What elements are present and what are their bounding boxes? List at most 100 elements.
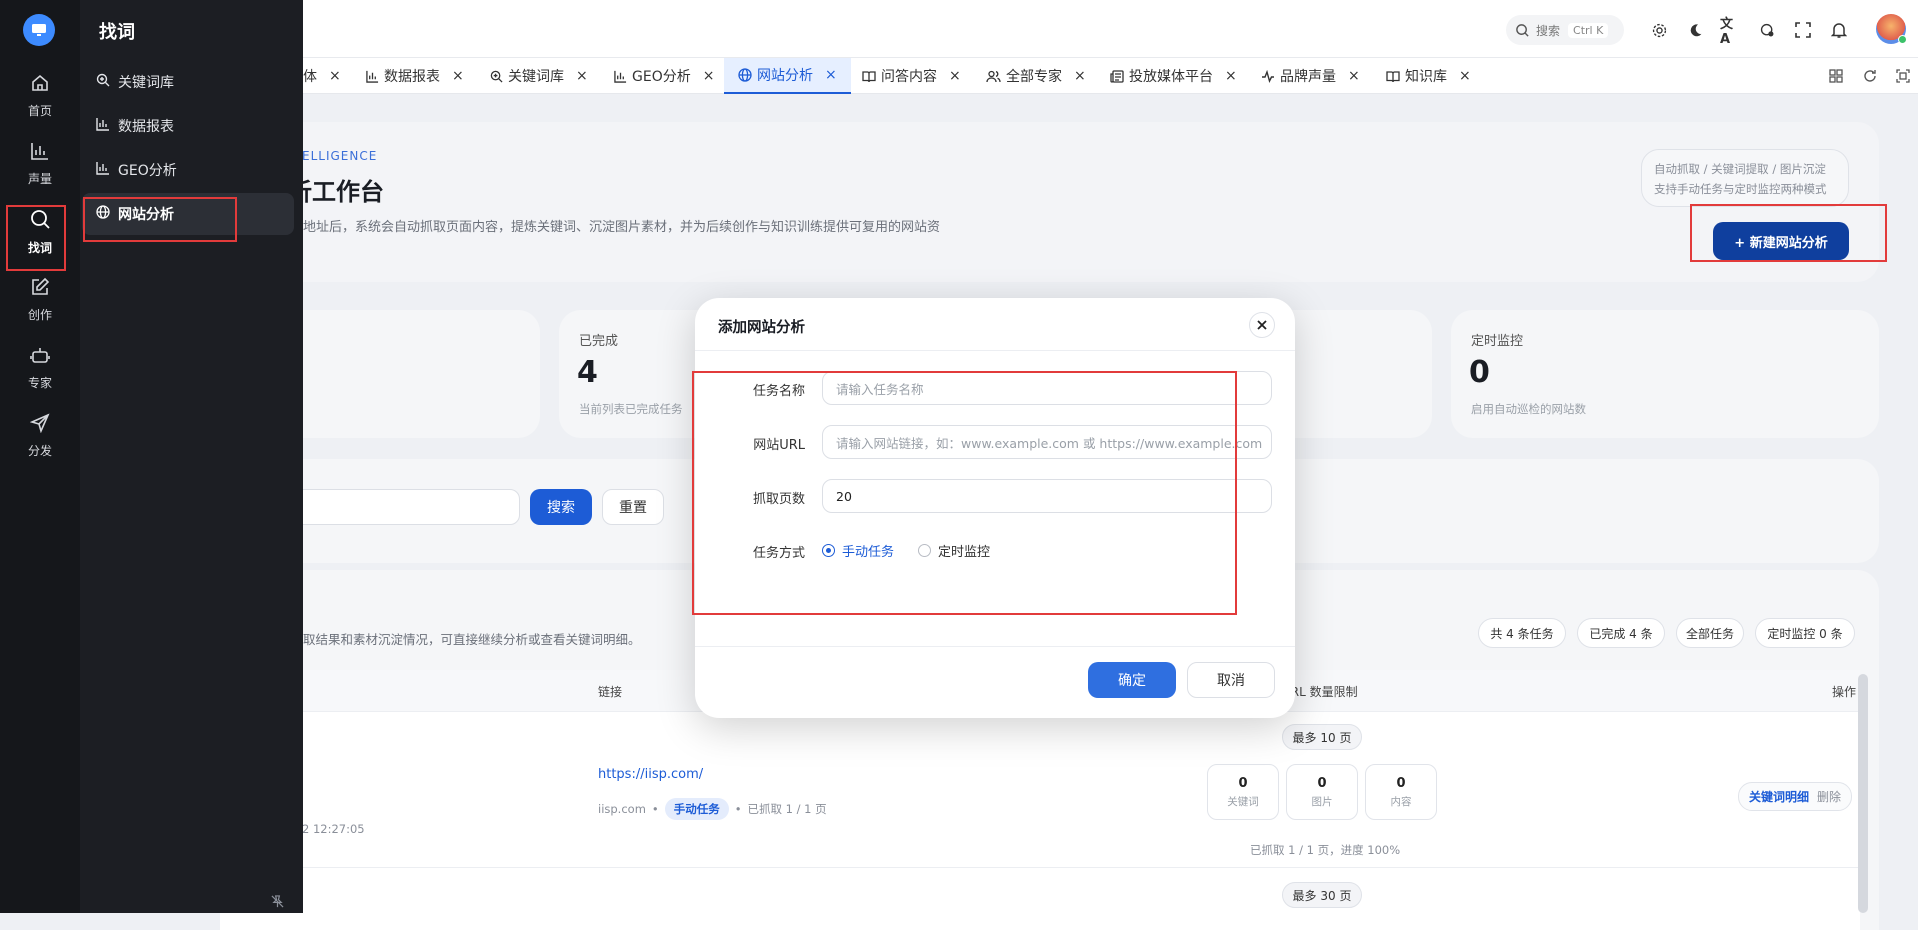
dot-separator: • xyxy=(651,802,659,816)
collapse-pin-icon[interactable] xyxy=(268,892,286,910)
search-zoom-icon xyxy=(490,70,503,83)
close-icon[interactable]: × xyxy=(1459,68,1471,84)
close-icon[interactable]: × xyxy=(1225,68,1237,84)
rail-item-experts[interactable]: 专家 xyxy=(0,336,80,400)
keyword-detail-link[interactable]: 关键词明细 xyxy=(1749,788,1809,805)
delete-link[interactable]: 删除 xyxy=(1817,788,1841,805)
search-zoom-icon xyxy=(82,73,118,91)
tab-label: 问答内容 xyxy=(881,69,937,85)
rail-item-home[interactable]: 首页 xyxy=(0,64,80,128)
tab-media-platform[interactable]: 投放媒体平台 × xyxy=(1110,58,1237,94)
tab-website-analysis[interactable]: 网站分析 × xyxy=(724,58,851,94)
images-label: 图片 xyxy=(1311,795,1333,808)
col-header-link: 链接 xyxy=(598,685,623,699)
tab-label: 关键词库 xyxy=(508,69,564,85)
close-icon[interactable] xyxy=(1249,312,1275,338)
close-icon[interactable]: × xyxy=(825,67,837,83)
close-icon[interactable]: × xyxy=(1074,68,1086,84)
users-icon xyxy=(986,70,1001,83)
col-header-ops: 操作 xyxy=(1832,685,1857,699)
row-date: 2 12:27:05 xyxy=(302,822,365,836)
annotation-box-form xyxy=(692,371,1237,615)
rail-label: 创作 xyxy=(27,308,52,322)
list-description: 取结果和素材沉淀情况，可直接继续分析或查看关键词明细。 xyxy=(303,632,641,647)
fullscreen-icon[interactable] xyxy=(1792,19,1814,41)
tab-data-report[interactable]: 数据报表 × xyxy=(366,58,464,94)
bell-icon[interactable] xyxy=(1828,19,1850,41)
row-crawled: 已抓取 1 / 1 页 xyxy=(747,802,827,816)
online-status-dot xyxy=(1898,35,1907,44)
next-row-limit-pill: 最多 30 页 xyxy=(1282,882,1362,908)
close-icon[interactable]: × xyxy=(576,68,588,84)
confirm-button[interactable]: 确定 xyxy=(1088,662,1176,698)
sidebar-flyout: 找词 关键词库 数据报表 GEO分析 网站分析 xyxy=(80,0,303,913)
annotation-box-new-button xyxy=(1690,204,1887,262)
flyout-label: 数据报表 xyxy=(118,119,174,135)
annotation-box-rail-find xyxy=(6,205,66,271)
close-icon[interactable]: × xyxy=(703,68,715,84)
tab-label: 数据报表 xyxy=(384,69,440,85)
rail-item-volume[interactable]: 声量 xyxy=(0,132,80,196)
settings-icon[interactable] xyxy=(1648,19,1670,41)
row-progress: 已抓取 1 / 1 页，进度 100% xyxy=(1250,843,1401,857)
keywords-count-box: 0 关键词 xyxy=(1207,764,1279,820)
tab-keyword-library[interactable]: 关键词库 × xyxy=(490,58,588,94)
rail-item-create[interactable]: 创作 xyxy=(0,268,80,332)
sidebar-rail: 首页 声量 找词 创作 专家 分发 xyxy=(0,0,80,913)
grid-icon[interactable] xyxy=(1827,67,1845,85)
bar-chart-icon xyxy=(614,70,627,83)
stat-scheduled-value: 0 xyxy=(1469,355,1490,390)
filter-input[interactable] xyxy=(280,489,520,525)
tab-knowledge-base[interactable]: 知识库 × xyxy=(1386,58,1471,94)
rail-item-distribute[interactable]: 分发 xyxy=(0,404,80,468)
close-icon[interactable]: × xyxy=(1348,68,1360,84)
flyout-item-data-report[interactable]: 数据报表 xyxy=(82,105,292,147)
reset-button[interactable]: 重置 xyxy=(602,489,664,525)
close-icon[interactable]: × xyxy=(329,68,341,84)
dark-mode-icon[interactable] xyxy=(1684,19,1706,41)
flyout-title: 找词 xyxy=(99,22,135,43)
tab-geo-analysis[interactable]: GEO分析 × xyxy=(614,58,714,94)
hero-note-line1: 自动抓取 / 关键词提取 / 图片沉淀 xyxy=(1654,162,1826,176)
stat-scheduled-sub: 启用自动巡检的网站数 xyxy=(1471,402,1586,416)
global-search[interactable]: 搜索 Ctrl K xyxy=(1506,15,1624,45)
newspaper-icon xyxy=(1110,69,1124,83)
row-mode-tag: 手动任务 xyxy=(664,798,729,820)
pill-all-tasks[interactable]: 全部任务 xyxy=(1676,618,1744,648)
pill-scheduled[interactable]: 定时监控 0 条 xyxy=(1755,618,1855,648)
home-icon xyxy=(30,73,50,102)
bar-chart-icon xyxy=(82,117,118,135)
row-url-link[interactable]: https://iisp.com/ xyxy=(598,767,703,782)
flyout-item-keyword-library[interactable]: 关键词库 xyxy=(82,61,292,103)
tab-brand-volume[interactable]: 品牌声量 × xyxy=(1261,58,1360,94)
tab-label: 体 xyxy=(303,69,317,85)
close-icon[interactable]: × xyxy=(949,68,961,84)
stat-card-scheduled: 定时监控 0 启用自动巡检的网站数 xyxy=(1451,310,1879,438)
flyout-item-geo-analysis[interactable]: GEO分析 xyxy=(82,149,292,191)
pill-completed[interactable]: 已完成 4 条 xyxy=(1577,618,1665,648)
flyout-label: 关键词库 xyxy=(118,75,174,91)
refresh-icon[interactable] xyxy=(1861,67,1879,85)
cancel-button[interactable]: 取消 xyxy=(1187,662,1275,698)
dot-separator: • xyxy=(734,802,742,816)
keywords-label: 关键词 xyxy=(1227,795,1259,808)
rail-label: 分发 xyxy=(27,444,52,458)
app-logo[interactable] xyxy=(23,14,55,46)
tab-partial[interactable]: 体 × xyxy=(303,58,341,94)
close-icon[interactable]: × xyxy=(452,68,464,84)
scrollbar[interactable] xyxy=(1858,674,1868,913)
tab-all-experts[interactable]: 全部专家 × xyxy=(986,58,1086,94)
images-count-box: 0 图片 xyxy=(1286,764,1358,820)
maximize-icon[interactable] xyxy=(1894,67,1912,85)
search-button[interactable]: 搜索 xyxy=(530,489,592,525)
search-shortcut: Ctrl K xyxy=(1568,22,1609,38)
tab-qa-content[interactable]: 问答内容 × xyxy=(862,58,961,94)
translate-icon[interactable]: 文A xyxy=(1720,17,1742,47)
images-count: 0 xyxy=(1317,775,1327,791)
pill-total[interactable]: 共 4 条任务 xyxy=(1478,618,1566,648)
rail-label: 声量 xyxy=(27,172,52,186)
table-row: 2 12:27:05 https://iisp.com/ iisp.com • … xyxy=(220,712,1860,868)
tab-label: 投放媒体平台 xyxy=(1129,69,1213,85)
tab-label: 网站分析 xyxy=(757,68,813,84)
theme-icon[interactable] xyxy=(1756,19,1778,41)
